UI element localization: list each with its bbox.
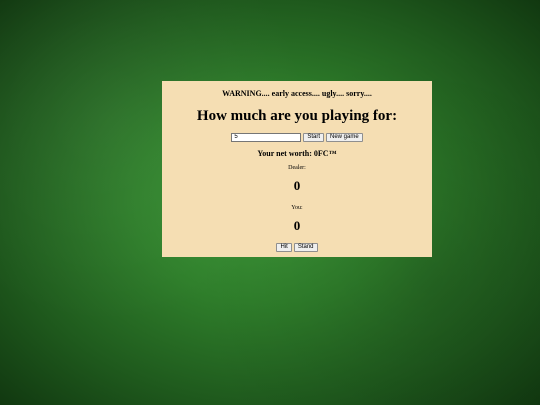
dealer-score: 0	[293, 178, 301, 193]
dealer-label: Dealer:	[288, 165, 306, 171]
you-score: 0	[293, 218, 301, 233]
new-game-button[interactable]: New game	[325, 132, 363, 142]
bet-question-heading: How much are you playing for:	[196, 108, 398, 124]
net-worth-text: Your net worth: 0FC™	[257, 149, 337, 158]
warning-text: WARNING.... early access.... ugly.... so…	[222, 89, 372, 98]
bet-amount-input[interactable]	[231, 132, 302, 142]
you-label: You:	[291, 205, 303, 211]
start-button[interactable]: Start	[303, 132, 324, 142]
stand-button[interactable]: Stand	[293, 242, 318, 252]
hit-button[interactable]: Hit	[276, 242, 292, 252]
page: { "panel": { "warning": "WARNING.... ear…	[0, 0, 540, 405]
game-panel: WARNING.... early access.... ugly.... so…	[162, 81, 432, 257]
action-row: Hit Stand	[162, 242, 432, 252]
bet-row: Start New game	[162, 132, 432, 142]
